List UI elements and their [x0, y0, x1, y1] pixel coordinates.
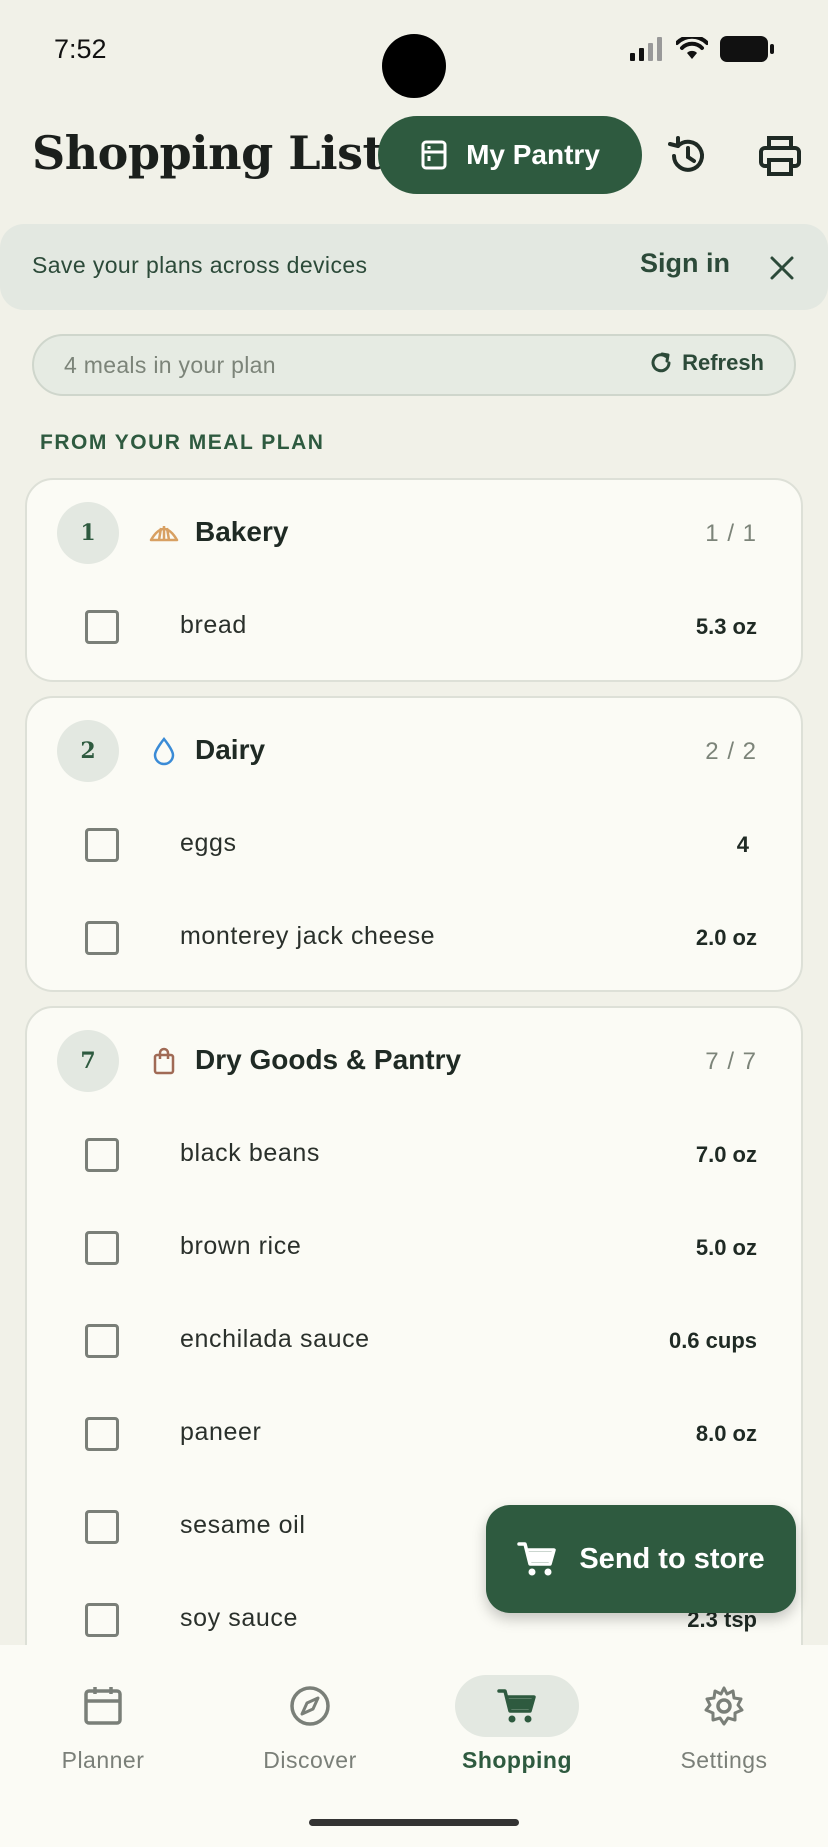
- item-quantity: 5.0 oz: [695, 1235, 757, 1260]
- send-to-store-label: Send to store: [579, 1542, 765, 1575]
- item-checkbox[interactable]: [85, 921, 119, 955]
- status-time: 7:52: [54, 34, 107, 64]
- nav-icon-wrap: [455, 1675, 579, 1737]
- signal-icon: [630, 37, 662, 61]
- send-to-store-button[interactable]: Send to store: [486, 1505, 796, 1613]
- list-item: bread 5.3 oz: [27, 580, 801, 673]
- category-progress: 7 / 7: [705, 1048, 757, 1075]
- gear-icon: [704, 1686, 744, 1726]
- banner-text: Save your plans across devices: [32, 252, 368, 278]
- category-name: Bakery: [195, 516, 289, 547]
- nav-label: Settings: [680, 1747, 768, 1773]
- nav-item-discover[interactable]: Discover: [210, 1675, 410, 1795]
- cart-icon: [497, 1689, 536, 1723]
- bottom-nav: Planner Discover Shopping Settings: [0, 1645, 828, 1847]
- item-quantity: 4: [736, 832, 749, 857]
- list-item: monterey jack cheese 2.0 oz: [27, 891, 801, 984]
- item-name: monterey jack cheese: [180, 922, 436, 950]
- item-checkbox[interactable]: [85, 1138, 119, 1172]
- nav-item-planner[interactable]: Planner: [3, 1675, 203, 1795]
- shopping-bag-icon: [149, 1046, 179, 1076]
- nav-label: Discover: [263, 1747, 357, 1773]
- category-header[interactable]: 2 Dairy 2 / 2: [27, 698, 801, 808]
- signin-link[interactable]: Sign in: [640, 248, 730, 279]
- category-progress: 2 / 2: [705, 738, 757, 765]
- fridge-icon: [421, 140, 447, 170]
- category-count: 7: [57, 1030, 119, 1092]
- banner-close-button[interactable]: [768, 254, 796, 282]
- water-drop-icon: [149, 736, 179, 766]
- item-checkbox[interactable]: [85, 1324, 119, 1358]
- list-item: black beans 7.0 oz: [27, 1108, 801, 1201]
- category-name: Dairy: [195, 734, 266, 765]
- item-quantity: 2.0 oz: [695, 925, 757, 950]
- item-quantity: 7.0 oz: [695, 1142, 757, 1167]
- print-button[interactable]: [756, 132, 804, 180]
- list-item: eggs 4: [27, 798, 801, 891]
- category-card-bakery: 1 Bakery 1 / 1 bread 5.3 oz: [25, 478, 803, 682]
- category-count: 1: [57, 502, 119, 564]
- category-header[interactable]: 7 Dry Goods & Pantry 7 / 7: [27, 1008, 801, 1118]
- compass-icon: [290, 1686, 330, 1726]
- item-quantity: 8.0 oz: [695, 1421, 757, 1446]
- item-checkbox[interactable]: [85, 1603, 119, 1637]
- wifi-icon: [676, 37, 708, 59]
- item-name: eggs: [180, 829, 237, 857]
- calendar-icon: [84, 1687, 122, 1725]
- home-indicator[interactable]: [309, 1819, 519, 1826]
- battery-icon: [720, 36, 774, 62]
- history-button[interactable]: [664, 132, 712, 180]
- meal-plan-count: 4 meals in your plan: [64, 352, 276, 378]
- app-header: Shopping List My Pantry: [0, 116, 828, 196]
- category-name: Dry Goods & Pantry: [195, 1044, 462, 1075]
- item-name: soy sauce: [180, 1604, 298, 1632]
- nav-item-settings[interactable]: Settings: [624, 1675, 824, 1795]
- item-checkbox[interactable]: [85, 610, 119, 644]
- nav-icon-wrap: [248, 1675, 372, 1737]
- category-progress: 1 / 1: [705, 520, 757, 547]
- item-name: enchilada sauce: [180, 1325, 370, 1353]
- item-checkbox[interactable]: [85, 1417, 119, 1451]
- list-item: brown rice 5.0 oz: [27, 1201, 801, 1294]
- item-name: brown rice: [180, 1232, 302, 1260]
- item-checkbox[interactable]: [85, 828, 119, 862]
- nav-icon-wrap: [662, 1675, 786, 1737]
- print-icon: [759, 136, 801, 176]
- refresh-label: Refresh: [682, 350, 764, 375]
- my-pantry-button[interactable]: My Pantry: [378, 116, 642, 194]
- refresh-button[interactable]: Refresh: [648, 350, 764, 376]
- item-name: sesame oil: [180, 1511, 306, 1539]
- item-checkbox[interactable]: [85, 1510, 119, 1544]
- nav-item-shopping[interactable]: Shopping: [417, 1675, 617, 1795]
- category-count: 2: [57, 720, 119, 782]
- status-icons: [630, 36, 774, 62]
- meal-plan-bar: 4 meals in your plan Refresh: [32, 334, 796, 396]
- refresh-icon: [651, 352, 671, 373]
- croissant-icon: [149, 518, 179, 548]
- camera-cutout: [382, 34, 446, 98]
- close-icon: [770, 256, 794, 280]
- item-name: black beans: [180, 1139, 321, 1167]
- section-label: FROM YOUR MEAL PLAN: [40, 431, 325, 454]
- page-title: Shopping List: [32, 126, 384, 180]
- list-item: paneer 8.0 oz: [27, 1387, 801, 1480]
- nav-icon-wrap: [41, 1675, 165, 1737]
- cart-icon: [517, 1542, 557, 1576]
- my-pantry-label: My Pantry: [466, 139, 600, 170]
- status-bar: 7:52: [0, 0, 828, 100]
- item-name: paneer: [180, 1418, 262, 1446]
- item-quantity: 5.3 oz: [695, 614, 757, 639]
- signin-banner: Save your plans across devices Sign in: [0, 224, 828, 310]
- item-quantity: 0.6 cups: [668, 1328, 757, 1353]
- item-name: bread: [180, 611, 247, 639]
- item-checkbox[interactable]: [85, 1231, 119, 1265]
- history-icon: [668, 136, 704, 172]
- nav-label: Shopping: [461, 1747, 573, 1773]
- category-header[interactable]: 1 Bakery 1 / 1: [27, 480, 801, 590]
- list-item: enchilada sauce 0.6 cups: [27, 1294, 801, 1387]
- category-card-dairy: 2 Dairy 2 / 2 eggs 4 monterey jack chees…: [25, 696, 803, 992]
- nav-label: Planner: [61, 1747, 145, 1773]
